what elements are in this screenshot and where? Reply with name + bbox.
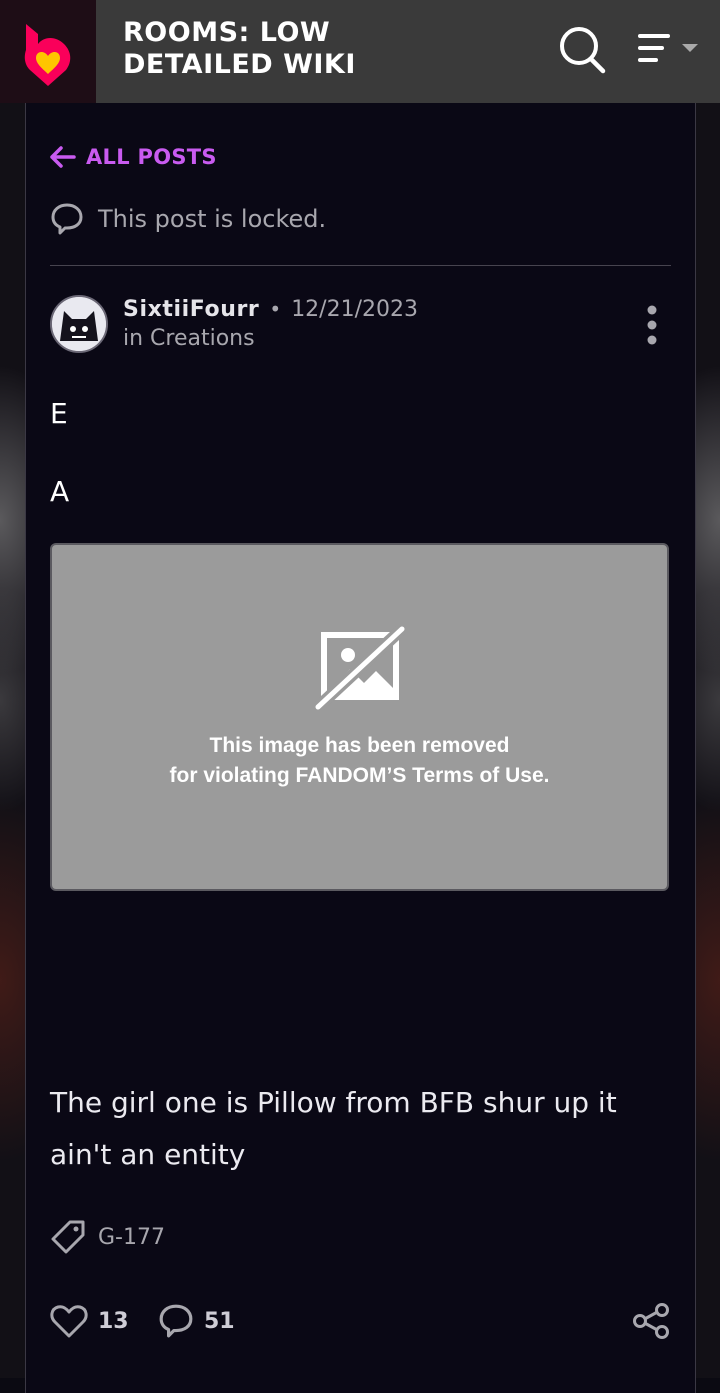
menu-button[interactable] — [636, 30, 702, 70]
share-icon — [633, 1303, 669, 1339]
search-icon — [560, 27, 606, 74]
post-category[interactable]: in Creations — [123, 326, 255, 351]
kebab-menu-icon — [647, 305, 657, 345]
search-button[interactable] — [556, 24, 608, 76]
fandom-logo[interactable] — [0, 0, 96, 103]
more-options-button[interactable] — [638, 303, 666, 347]
heart-icon — [50, 1305, 88, 1338]
arrow-left-icon — [50, 146, 76, 168]
reply-count: 51 — [204, 1308, 235, 1334]
author-line: SixtiiFourr • 12/21/2023 — [123, 297, 418, 327]
post-line-2: A — [50, 475, 70, 508]
post-date: 12/21/2023 — [291, 297, 418, 322]
post-line-1: E — [50, 397, 68, 430]
like-count: 13 — [98, 1308, 129, 1334]
wiki-title[interactable]: ROOMS: LOW DETAILED WIKI — [123, 17, 403, 81]
all-posts-label: ALL POSTS — [86, 145, 217, 169]
speech-bubble-icon — [159, 1304, 193, 1338]
author-name[interactable]: SixtiiFourr — [123, 297, 259, 322]
like-button[interactable]: 13 — [50, 1301, 129, 1341]
removed-image-placeholder: This image has been removed for violatin… — [50, 543, 669, 891]
locked-notice: This post is locked. — [50, 199, 326, 239]
removed-image-line-2: for violating FANDOM’S Terms of Use. — [169, 764, 550, 787]
avatar[interactable] — [50, 295, 108, 353]
reply-button[interactable]: 51 — [158, 1301, 235, 1341]
image-removed-icon — [314, 625, 407, 711]
all-posts-link[interactable]: ALL POSTS — [50, 143, 217, 171]
post-card: ALL POSTS This post is locked. SixtiiFou… — [25, 103, 696, 1393]
removed-image-line-1: This image has been removed — [209, 734, 510, 757]
tag-icon — [51, 1220, 85, 1254]
post-body-text: The girl one is Pillow from BFB shur up … — [50, 1086, 617, 1171]
top-navigation-bar: ROOMS: LOW DETAILED WIKI — [0, 0, 720, 103]
removed-image-message: This image has been removed for violatin… — [52, 731, 667, 791]
fandom-heart-flame-icon — [24, 23, 71, 86]
share-button[interactable] — [631, 1301, 671, 1341]
hamburger-menu-icon — [638, 34, 698, 62]
separator: • — [269, 297, 282, 321]
cat-avatar-icon — [52, 297, 106, 351]
divider — [50, 265, 671, 266]
speech-bubble-icon — [51, 203, 83, 235]
locked-text: This post is locked. — [98, 205, 327, 233]
tag-label: G-177 — [98, 1224, 165, 1250]
tag-chip[interactable]: G-177 — [50, 1217, 165, 1257]
